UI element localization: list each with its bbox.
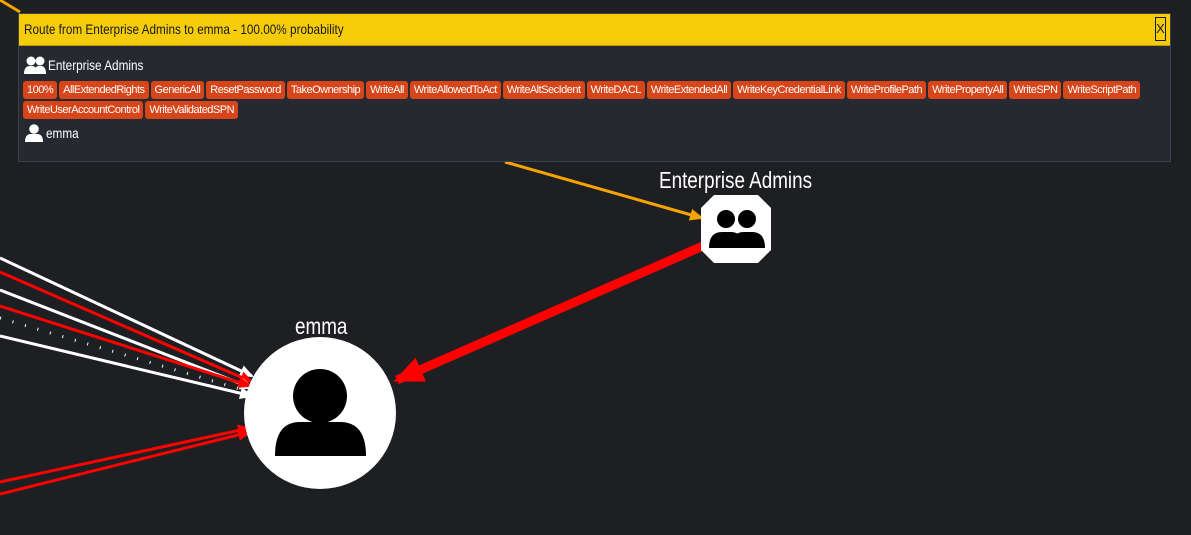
- edge-badge-list: 100% AllExtendedRights GenericAll ResetPass…: [23, 81, 1143, 119]
- edge-badge[interactable]: WriteDACL: [586, 81, 645, 99]
- node-label-enterprise-admins: Enterprise Admins: [659, 167, 813, 193]
- edge-badge[interactable]: AllExtendedRights: [59, 81, 149, 99]
- user-icon: [24, 124, 44, 142]
- target-node-row[interactable]: emma: [24, 124, 85, 142]
- route-popup: Route from Enterprise Admins to emma - 1…: [18, 13, 1171, 162]
- edge-badge[interactable]: WriteExtendedAll: [646, 81, 732, 99]
- close-button[interactable]: X: [1155, 17, 1166, 41]
- node-label-emma: emma: [295, 313, 348, 339]
- edge-line: [0, 424, 252, 484]
- edge-badge[interactable]: WriteValidatedSPN: [145, 101, 239, 119]
- edge-badge[interactable]: WriteKeyCredentialLink: [733, 81, 845, 99]
- users-icon: [24, 56, 46, 74]
- popup-header: Route from Enterprise Admins to emma - 1…: [19, 14, 1170, 46]
- edge-badge[interactable]: WriteUserAccountControl: [23, 101, 144, 119]
- edge-badge[interactable]: TakeOwnership: [286, 81, 365, 99]
- probability-badge[interactable]: 100%: [23, 81, 58, 99]
- node-emma[interactable]: [244, 337, 396, 489]
- edge-badge[interactable]: ResetPassword: [206, 81, 285, 99]
- edge-badge[interactable]: WriteAll: [366, 81, 408, 99]
- edge-line: [0, 316, 251, 394]
- popup-title: Route from Enterprise Admins to emma - 1…: [24, 21, 344, 37]
- edge-badge[interactable]: WritePropertyAll: [928, 81, 1008, 99]
- node-enterprise-admins[interactable]: [701, 195, 771, 263]
- edge-badge[interactable]: GenericAll: [150, 81, 205, 99]
- edge-line: [0, 429, 252, 496]
- edge-badge[interactable]: WriteAltSecIdent: [502, 81, 585, 99]
- edge-badge[interactable]: WriteAllowedToAct: [409, 81, 501, 99]
- source-node-label: Enterprise Admins: [48, 57, 144, 73]
- target-node-label: emma: [46, 125, 79, 141]
- path-edge: [393, 241, 705, 385]
- source-node-row[interactable]: Enterprise Admins: [24, 56, 162, 74]
- edge-badge[interactable]: WriteScriptPath: [1063, 81, 1141, 99]
- edge-badge[interactable]: WriteProfilePath: [846, 81, 927, 99]
- edge-line: [0, 0, 21, 14]
- edge-badge[interactable]: WriteSPN: [1009, 81, 1062, 99]
